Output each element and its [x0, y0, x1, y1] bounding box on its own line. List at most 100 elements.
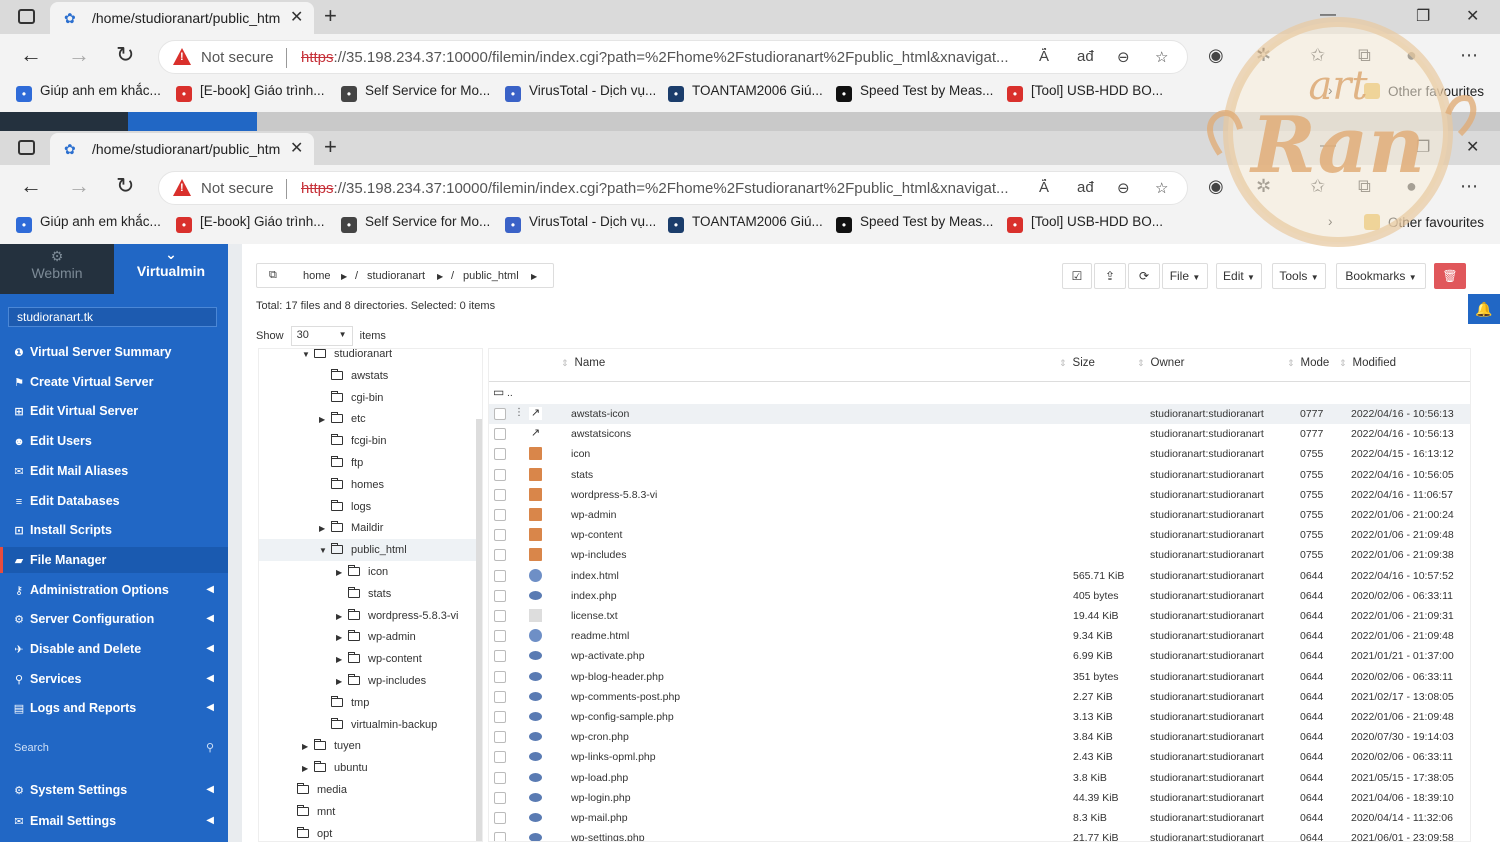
table-row[interactable]: wp-login.php 44.39 KiB studioranart:stud… [489, 788, 1470, 808]
tree-node[interactable]: ▼ public_html [259, 539, 477, 562]
file-name[interactable]: wp-cron.php [571, 731, 629, 743]
new-tab-icon[interactable]: + [324, 134, 337, 160]
more-icon[interactable]: ⋯ [1460, 45, 1478, 66]
tree-node[interactable]: ▶ tuyen [302, 735, 361, 757]
tab-actions-icon[interactable] [18, 140, 35, 155]
close-window-icon[interactable]: ✕ [1466, 6, 1479, 26]
minimize-icon[interactable]: — [1320, 6, 1336, 24]
tree-node[interactable]: ▶ etc [319, 408, 366, 430]
sidebar-item-logs-and-reports[interactable]: ▤ Logs and Reports ◀ [0, 695, 228, 721]
table-row[interactable]: wp-content studioranart:studioranart 075… [489, 525, 1470, 545]
favorite-link[interactable]: • [Tool] USB-HDD BO... [1007, 214, 1163, 233]
folder-tree-icon[interactable]: ⧉ [269, 269, 277, 282]
favorite-link[interactable]: • TOANTAM2006 Giú... [668, 83, 823, 102]
favorites-overflow-icon[interactable]: › [1328, 214, 1333, 229]
column-name[interactable]: ⇕ Name [561, 357, 605, 369]
favorite-link[interactable]: • VirusTotal - Dịch vụ... [505, 83, 656, 102]
favorite-link[interactable]: • Giúp anh em khắc... [16, 214, 161, 233]
table-row[interactable]: wp-admin studioranart:studioranart 0755 … [489, 505, 1470, 525]
row-checkbox[interactable] [494, 630, 506, 643]
file-name[interactable]: readme.html [571, 630, 629, 642]
tree-node[interactable]: tmp [319, 692, 369, 714]
table-row[interactable]: readme.html 9.34 KiB studioranart:studio… [489, 626, 1470, 646]
delete-button[interactable]: 🗑 [1434, 263, 1466, 289]
favorite-link[interactable]: • [E-book] Giáo trình... [176, 214, 325, 233]
sidebar-item-email-settings[interactable]: ✉ Email Settings ◀ [0, 808, 228, 834]
collections-icon[interactable]: ⧉ [1358, 45, 1371, 66]
column-owner[interactable]: ⇕ Owner [1137, 357, 1184, 369]
row-checkbox[interactable] [494, 488, 506, 501]
breadcrumb-studioranart[interactable]: studioranart [367, 270, 425, 282]
caret-right-icon[interactable]: ▶ [336, 562, 348, 584]
tree-node[interactable]: ▶ wp-content [336, 648, 422, 670]
favorites-icon[interactable]: ✩ [1310, 176, 1325, 197]
column-mode[interactable]: ⇕ Mode [1287, 357, 1329, 369]
table-row[interactable]: index.php 405 bytes studioranart:studior… [489, 586, 1470, 606]
table-row[interactable]: wp-load.php 3.8 KiB studioranart:studior… [489, 768, 1470, 788]
row-checkbox[interactable] [494, 468, 506, 481]
search-icon[interactable]: ⚲ [206, 736, 214, 760]
reload-icon[interactable]: ↻ [116, 42, 134, 68]
favorites-icon[interactable]: ✩ [1310, 45, 1325, 66]
file-name[interactable]: awstats-icon [571, 408, 629, 420]
table-row[interactable]: wp-links-opml.php 2.43 KiB studioranart:… [489, 747, 1470, 767]
translate-icon[interactable]: ađ [1077, 48, 1094, 65]
table-row[interactable]: ↗ awstatsicons studioranart:studioranart… [489, 424, 1470, 444]
table-row[interactable]: icon studioranart:studioranart 0755 2022… [489, 444, 1470, 464]
sidebar-item-edit-mail-aliases[interactable]: ✉ Edit Mail Aliases [0, 458, 228, 484]
refresh-button[interactable]: ⟳ [1128, 263, 1160, 289]
table-row[interactable]: wp-cron.php 3.84 KiB studioranart:studio… [489, 727, 1470, 747]
collections-icon[interactable]: ⧉ [1358, 176, 1371, 197]
file-name[interactable]: wp-mail.php [571, 812, 628, 824]
notifications-bell[interactable]: 🔔 [1468, 294, 1500, 324]
tree-node[interactable]: awstats [319, 365, 388, 387]
extension-globe-icon[interactable]: ◉ [1208, 45, 1224, 66]
caret-right-icon[interactable]: ▶ [302, 758, 314, 780]
table-row[interactable]: wp-blog-header.php 351 bytes studioranar… [489, 667, 1470, 687]
file-name[interactable]: wp-includes [571, 549, 626, 561]
tree-node[interactable]: virtualmin-backup [319, 714, 437, 736]
parent-directory-row[interactable]: ▭ .. [489, 383, 1470, 403]
row-checkbox[interactable] [494, 650, 506, 663]
favorite-link[interactable]: • TOANTAM2006 Giú... [668, 214, 823, 233]
file-name[interactable]: index.php [571, 590, 617, 602]
breadcrumb-public-html[interactable]: public_html [463, 270, 519, 282]
other-favourites[interactable]: Other favourites [1364, 214, 1484, 230]
favorite-link[interactable]: • Self Service for Mo... [341, 83, 490, 102]
tree-node[interactable]: ▶ wp-includes [336, 670, 426, 692]
tab-webmin[interactable]: ⚙ Webmin [0, 244, 114, 294]
browser-tab[interactable]: ✿ /home/studioranart/public_html ✕ [50, 133, 314, 165]
file-name[interactable]: wp-login.php [571, 792, 631, 804]
caret-down-icon[interactable]: ▼ [319, 540, 331, 562]
file-menu-button[interactable]: File ▼ [1162, 263, 1208, 289]
restore-icon[interactable]: ❐ [1416, 6, 1430, 26]
tree-node[interactable]: ▶ wordpress-5.8.3-vi [336, 605, 458, 627]
file-name[interactable]: awstatsicons [571, 428, 631, 440]
select-all-button[interactable]: ☑ [1062, 263, 1092, 289]
new-tab-icon[interactable]: + [324, 3, 337, 29]
tree-node[interactable]: fcgi-bin [319, 430, 386, 452]
row-checkbox[interactable] [494, 448, 506, 461]
file-name[interactable]: wp-admin [571, 509, 617, 521]
sidebar-item-system-settings[interactable]: ⚙ System Settings ◀ [0, 777, 228, 803]
restore-icon[interactable]: ❐ [1416, 137, 1430, 157]
favorite-link[interactable]: • VirusTotal - Dịch vụ... [505, 214, 656, 233]
read-aloud-icon[interactable]: Ä́ [1039, 179, 1049, 196]
tools-menu-button[interactable]: Tools ▼ [1272, 263, 1326, 289]
favorite-link[interactable]: • Self Service for Mo... [341, 214, 490, 233]
sidebar-item-administration-options[interactable]: ⚷ Administration Options ◀ [0, 577, 228, 603]
address-bar[interactable]: Not secure https://35.198.234.37:10000/f… [158, 171, 1188, 205]
page-size-select[interactable]: 30 ▼ [290, 326, 353, 346]
sidebar-item-disable-and-delete[interactable]: ✈ Disable and Delete ◀ [0, 636, 228, 662]
sidebar-item-file-manager[interactable]: ▰ File Manager [0, 546, 228, 573]
table-row[interactable]: wordpress-5.8.3-vi studioranart:studiora… [489, 485, 1470, 505]
extension-globe-icon[interactable]: ◉ [1208, 176, 1224, 197]
file-name[interactable]: license.txt [571, 610, 618, 622]
caret-right-icon[interactable]: ▶ [319, 409, 331, 431]
sidebar-item-create-virtual-server[interactable]: ⚑ Create Virtual Server [0, 369, 228, 395]
row-checkbox[interactable] [494, 690, 506, 703]
caret-down-icon[interactable]: ▼ [302, 349, 314, 366]
row-checkbox[interactable] [494, 771, 506, 784]
file-name[interactable]: wp-load.php [571, 772, 628, 784]
bookmarks-menu-button[interactable]: Bookmarks ▼ [1336, 263, 1426, 289]
